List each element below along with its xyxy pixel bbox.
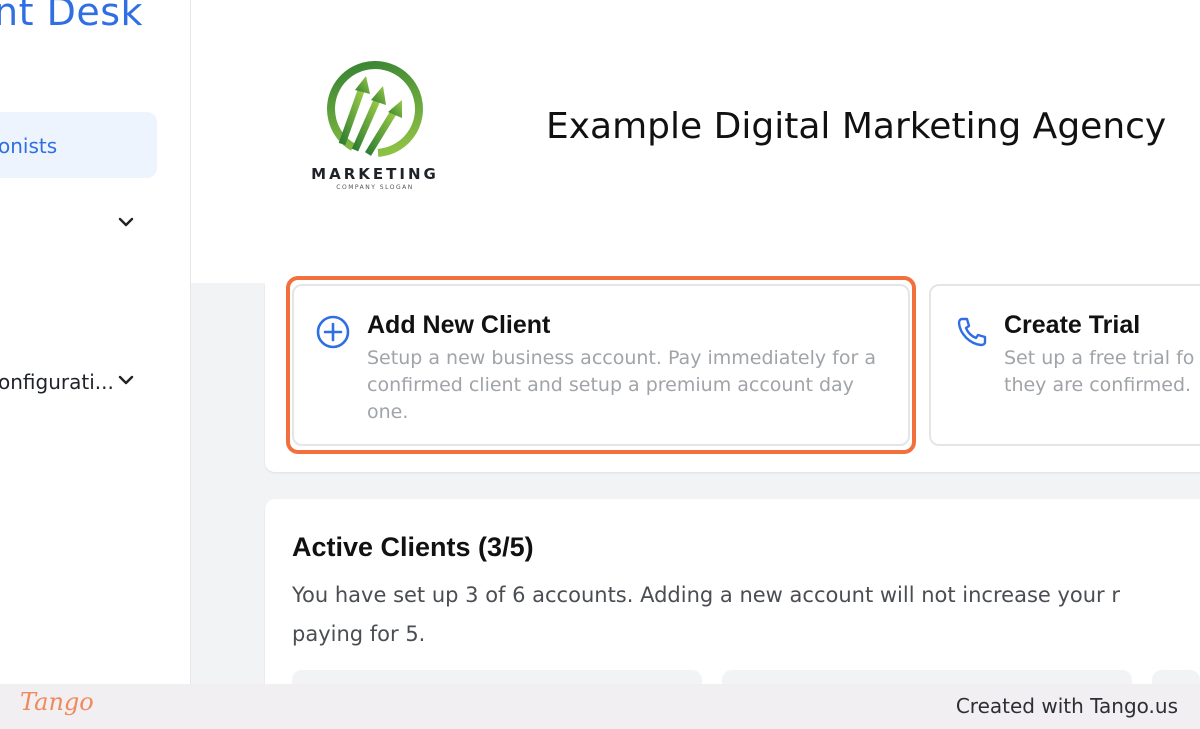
- chevron-down-icon[interactable]: [116, 212, 136, 232]
- logo-text: MARKETING: [311, 165, 439, 183]
- active-clients-description: You have set up 3 of 6 accounts. Adding …: [292, 576, 1200, 654]
- active-clients-description-line1: You have set up 3 of 6 accounts. Adding …: [292, 583, 1121, 607]
- company-logo: MARKETING COMPANY SLOGAN: [311, 60, 439, 191]
- sidebar-item-receptionists-label: onists: [0, 134, 58, 158]
- logo-slogan: COMPANY SLOGAN: [336, 184, 413, 191]
- tango-credit: Created with Tango.us: [955, 694, 1178, 718]
- create-trial-description-line1: Set up a free trial fo: [1004, 347, 1195, 369]
- sidebar-item-configuration[interactable]: onfigurati...: [0, 370, 114, 394]
- plus-circle-icon: [316, 315, 350, 349]
- sidebar-item-partial[interactable]: ı: [0, 530, 1, 551]
- tango-logo: Tango: [20, 688, 94, 716]
- active-clients-description-line2: paying for 5.: [292, 622, 426, 646]
- create-trial-description-line2: they are confirmed.: [1004, 374, 1192, 396]
- app-title: nt Desk: [0, 0, 144, 34]
- agency-name: Example Digital Marketing Agency: [546, 106, 1167, 147]
- create-trial-description: Set up a free trial fo they are confirme…: [1004, 345, 1200, 399]
- add-new-client-title: Add New Client: [367, 311, 551, 339]
- active-clients-title: Active Clients (3/5): [292, 532, 534, 562]
- phone-icon: [957, 317, 987, 347]
- sidebar: nt Desk onists onfigurati... ı: [0, 0, 191, 684]
- add-new-client-description: Setup a new business account. Pay immedi…: [367, 347, 876, 423]
- chevron-down-icon[interactable]: [116, 370, 136, 390]
- create-trial-title: Create Trial: [1004, 311, 1141, 339]
